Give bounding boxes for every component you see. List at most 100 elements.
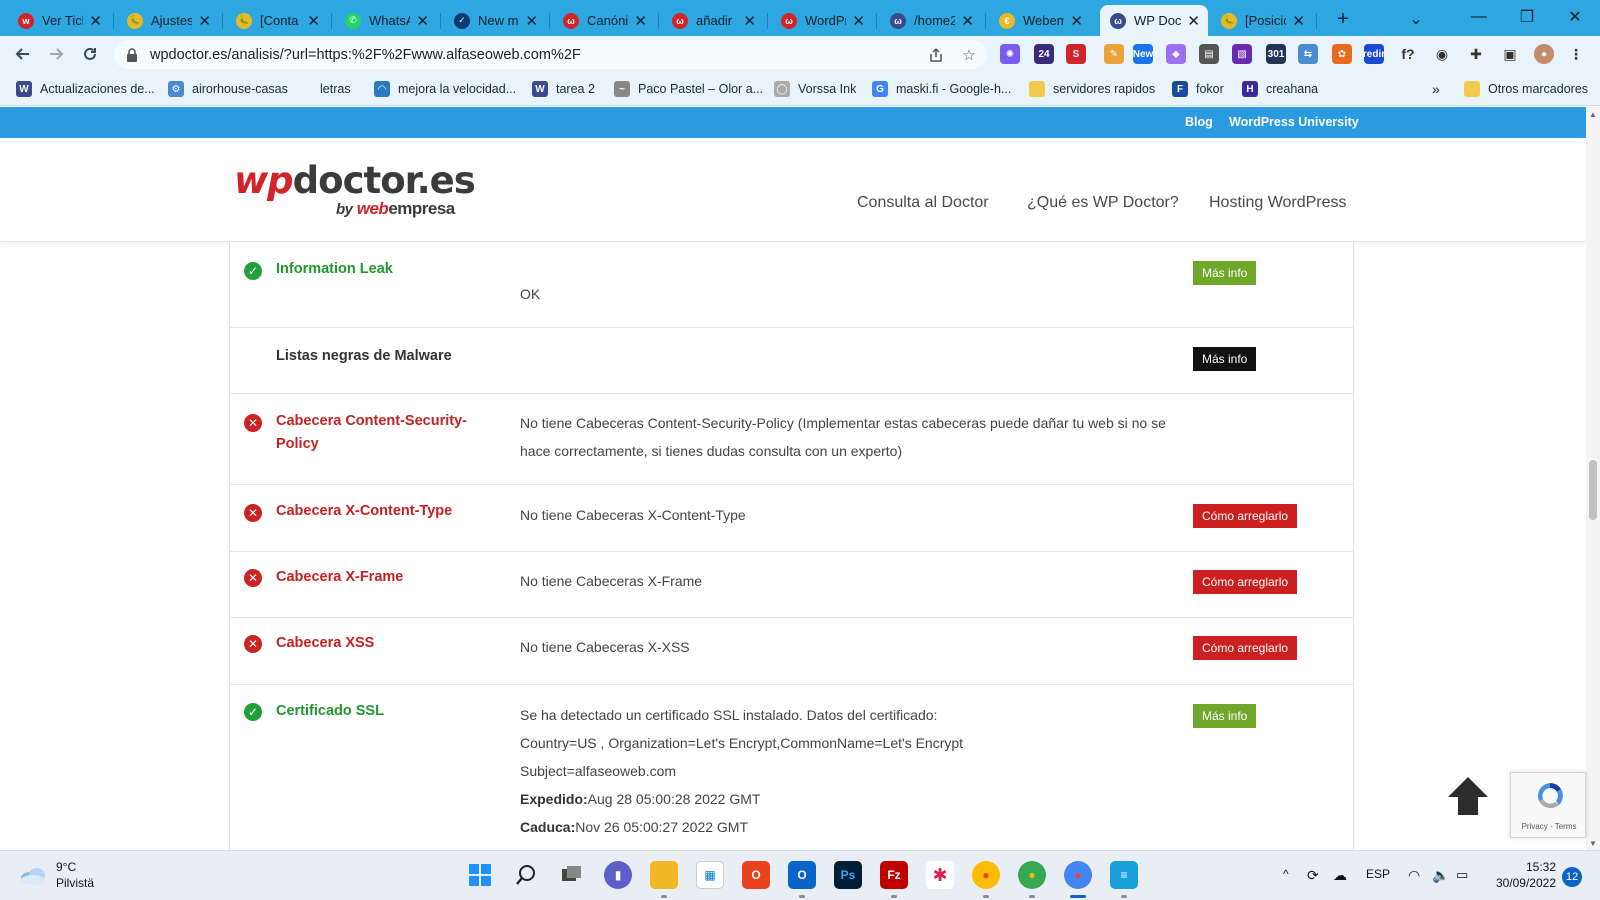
extensions-puzzle-icon[interactable]: ✚: [1466, 44, 1486, 64]
browser-tab[interactable]: ω Canónic ✕: [553, 5, 655, 36]
scroll-up-arrow-icon[interactable]: ▲: [1586, 107, 1600, 121]
bookmark-item[interactable]: letras: [320, 80, 351, 98]
extension-6-icon[interactable]: ◆: [1166, 44, 1186, 64]
extension-7-icon[interactable]: ▤: [1199, 44, 1219, 64]
share-icon[interactable]: [926, 45, 946, 65]
windows-start-icon[interactable]: [466, 861, 494, 889]
chrome-profile-2-icon[interactable]: ●: [1018, 861, 1046, 889]
lock-icon[interactable]: [126, 47, 138, 62]
nav-hosting-wordpress[interactable]: Hosting WordPress: [1209, 194, 1347, 212]
recaptcha-links[interactable]: Privacy - Terms: [1511, 822, 1587, 831]
extension-8-icon[interactable]: ▧: [1232, 44, 1252, 64]
back-button[interactable]: [11, 42, 35, 66]
bookmark-item[interactable]: Wtarea 2: [532, 80, 595, 98]
close-tab-icon[interactable]: ✕: [634, 12, 647, 30]
browser-tab[interactable]: ω WordPr ✕: [771, 5, 873, 36]
slack-icon[interactable]: ✱: [926, 861, 954, 889]
browser-tab[interactable]: ω añadir ✕: [662, 5, 764, 36]
extension-9-icon[interactable]: 301: [1266, 44, 1286, 64]
wordpress-university-link[interactable]: WordPress University: [1229, 115, 1359, 129]
extension-11-icon[interactable]: ✿: [1332, 44, 1352, 64]
volume-icon[interactable]: 🔈: [1432, 867, 1449, 884]
page-scrollbar[interactable]: ▲ ▼: [1586, 107, 1600, 850]
photoshop-icon[interactable]: Ps: [834, 861, 862, 889]
browser-tab[interactable]: ✓ New m ✕: [444, 5, 546, 36]
forward-button[interactable]: [44, 42, 68, 66]
close-tab-icon[interactable]: ✕: [198, 12, 211, 30]
close-tab-icon[interactable]: ✕: [1292, 12, 1305, 30]
restore-button[interactable]: ❐: [1504, 0, 1550, 34]
tab-search-button[interactable]: ⌄: [1393, 2, 1439, 36]
wifi-icon[interactable]: ◠: [1408, 867, 1420, 884]
chrome-profile-1-icon[interactable]: ●: [972, 861, 1000, 889]
minimize-button[interactable]: —: [1456, 0, 1502, 34]
wpdoctor-logo[interactable]: wpdoctor.es by webempresa: [234, 162, 476, 219]
show-hidden-icons-icon[interactable]: ^: [1283, 867, 1289, 881]
file-explorer-icon[interactable]: [650, 861, 678, 889]
extension-1-icon[interactable]: ✺: [1000, 44, 1020, 64]
bookmark-item[interactable]: W Actualizaciones de...: [16, 80, 155, 98]
side-panel-icon[interactable]: ▣: [1500, 44, 1520, 64]
reload-button[interactable]: [78, 42, 102, 66]
filezilla-icon[interactable]: Fz: [880, 861, 908, 889]
close-tab-icon[interactable]: ✕: [525, 12, 538, 30]
close-window-button[interactable]: ✕: [1552, 0, 1598, 34]
bookmark-item[interactable]: ⚙ airorhouse-casas: [168, 80, 288, 98]
bookmark-item[interactable]: Gmaski.fi - Google-h...: [872, 80, 1011, 98]
back-to-top-button[interactable]: [1446, 774, 1490, 818]
nav-que-es-wpdoctor[interactable]: ¿Qué es WP Doctor?: [1027, 194, 1179, 212]
browser-tab[interactable]: ω/home2 ✕: [880, 5, 982, 36]
como-arreglarlo-button[interactable]: Cómo arreglarlo: [1193, 636, 1298, 660]
browser-tab[interactable]: ✆ WhatsA ✕: [335, 5, 437, 36]
browser-tab[interactable]: 🐛 [Posicio ✕: [1211, 5, 1313, 36]
mas-info-button[interactable]: Más info: [1193, 347, 1257, 371]
search-icon[interactable]: [512, 861, 540, 889]
sync-icon[interactable]: ⟳: [1307, 867, 1319, 884]
battery-icon[interactable]: ▭: [1456, 867, 1468, 883]
task-view-icon[interactable]: [558, 861, 586, 889]
extension-3-icon[interactable]: S: [1066, 44, 1086, 64]
browser-tab[interactable]: w Ver Tick ✕: [8, 5, 110, 36]
bookmark-item[interactable]: ~ Paco Pastel – Olor a...: [614, 80, 763, 98]
microsoft-store-icon[interactable]: ▦: [696, 861, 724, 889]
close-tab-icon[interactable]: ✕: [961, 12, 974, 30]
more-bookmarks-button[interactable]: »: [1432, 80, 1440, 98]
mas-info-button[interactable]: Más info: [1193, 704, 1257, 728]
extension-13-icon[interactable]: f?: [1398, 44, 1418, 64]
browser-tab[interactable]: 🐛 Ajustes ✕: [117, 5, 219, 36]
chrome-profile-3-icon[interactable]: ●: [1064, 861, 1092, 889]
como-arreglarlo-button[interactable]: Cómo arreglarlo: [1193, 504, 1298, 528]
onedrive-icon[interactable]: ☁: [1333, 867, 1347, 884]
close-tab-icon[interactable]: ✕: [89, 12, 102, 30]
new-tab-button[interactable]: +: [1320, 2, 1366, 36]
como-arreglarlo-button[interactable]: Cómo arreglarlo: [1193, 570, 1298, 594]
browser-tab[interactable]: € Webem ✕: [989, 5, 1091, 36]
url-text[interactable]: wpdoctor.es/analisis/?url=https:%2F%2Fww…: [150, 47, 581, 63]
bookmark-item[interactable]: ◯ Vorssa Ink: [774, 80, 856, 98]
bookmark-item[interactable]: Hcreahana: [1242, 80, 1318, 98]
extension-5-icon[interactable]: New: [1133, 44, 1153, 64]
outlook-icon[interactable]: O: [788, 861, 816, 889]
bookmark-item[interactable]: Ffokor: [1172, 80, 1224, 98]
scrollbar-thumb[interactable]: [1589, 460, 1597, 520]
close-tab-icon[interactable]: ✕: [1187, 12, 1200, 30]
extension-10-icon[interactable]: ⇆: [1298, 44, 1318, 64]
extension-4-icon[interactable]: ✎: [1104, 44, 1124, 64]
nav-consulta-doctor[interactable]: Consulta al Doctor: [857, 194, 989, 212]
weather-widget[interactable]: 9°C Pilvistä: [18, 859, 94, 891]
clock[interactable]: 15:32 30/09/2022: [1488, 859, 1556, 891]
close-tab-icon[interactable]: ✕: [307, 12, 320, 30]
close-tab-icon[interactable]: ✕: [852, 12, 865, 30]
mas-info-button[interactable]: Más info: [1193, 261, 1257, 285]
teams-chat-icon[interactable]: ▮: [604, 861, 632, 889]
bookmark-star-icon[interactable]: ☆: [959, 45, 979, 65]
bookmark-item[interactable]: servidores rapidos: [1029, 80, 1155, 98]
recaptcha-badge[interactable]: Privacy - Terms: [1510, 772, 1586, 838]
browser-menu-icon[interactable]: ⋮: [1566, 44, 1586, 64]
notification-badge[interactable]: 12: [1562, 867, 1582, 887]
blog-link[interactable]: Blog: [1185, 115, 1213, 129]
language-indicator[interactable]: ESP: [1366, 867, 1390, 881]
notepad-icon[interactable]: ≡: [1110, 861, 1138, 889]
browser-tab[interactable]: 🐛 [Conta ✕: [226, 5, 328, 36]
profile-avatar[interactable]: ●: [1534, 44, 1554, 64]
